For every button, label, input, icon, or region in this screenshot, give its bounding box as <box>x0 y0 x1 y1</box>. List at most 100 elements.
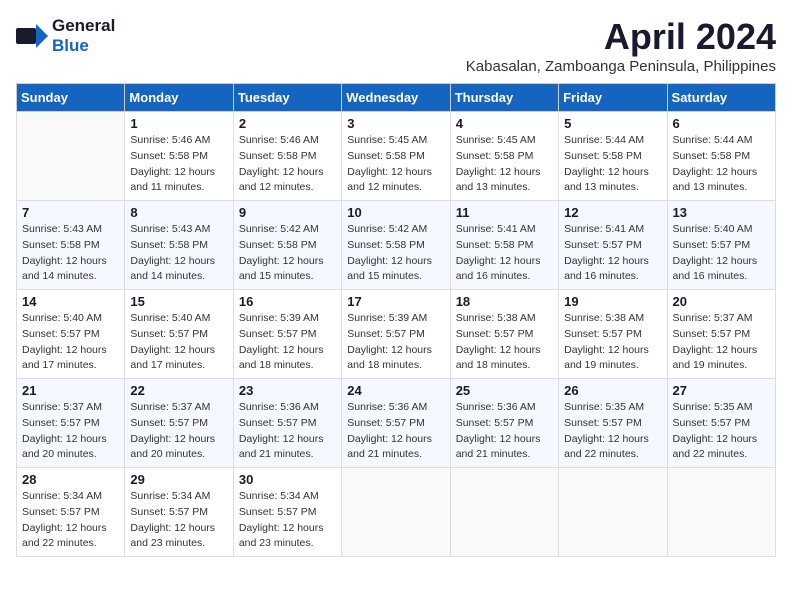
logo-general: General <box>52 16 115 35</box>
day-cell: 24 Sunrise: 5:36 AMSunset: 5:57 PMDayligh… <box>342 379 450 468</box>
day-cell: 21 Sunrise: 5:37 AMSunset: 5:57 PMDayligh… <box>17 379 125 468</box>
day-info: Sunrise: 5:35 AMSunset: 5:57 PMDaylight:… <box>673 400 770 463</box>
day-cell: 30 Sunrise: 5:34 AMSunset: 5:57 PMDayligh… <box>233 468 341 557</box>
day-info: Sunrise: 5:42 AMSunset: 5:58 PMDaylight:… <box>347 222 444 285</box>
day-info: Sunrise: 5:37 AMSunset: 5:57 PMDaylight:… <box>22 400 119 463</box>
day-info: Sunrise: 5:43 AMSunset: 5:58 PMDaylight:… <box>22 222 119 285</box>
day-number: 23 <box>239 383 336 398</box>
day-cell: 29Sunrise: 5:34 AMSunset: 5:57 PMDayligh… <box>125 468 233 557</box>
week-row-0: 1 Sunrise: 5:46 AMSunset: 5:58 PMDaylight… <box>17 112 776 201</box>
day-cell: 18 Sunrise: 5:38 AMSunset: 5:57 PMDayligh… <box>450 290 558 379</box>
day-cell <box>342 468 450 557</box>
calendar-table: SundayMondayTuesdayWednesdayThursdayFrid… <box>16 83 776 557</box>
day-number: 11 <box>456 205 553 220</box>
day-cell: 20 Sunrise: 5:37 AMSunset: 5:57 PMDayligh… <box>667 290 775 379</box>
day-cell: 11Sunrise: 5:41 AMSunset: 5:58 PMDayligh… <box>450 201 558 290</box>
day-number: 1 <box>130 116 227 131</box>
day-info: Sunrise: 5:40 AMSunset: 5:57 PMDaylight:… <box>22 311 119 374</box>
day-number: 3 <box>347 116 444 131</box>
day-info: Sunrise: 5:37 AMSunset: 5:57 PMDaylight:… <box>130 400 227 463</box>
day-number: 14 <box>22 294 119 309</box>
header-monday: Monday <box>125 84 233 112</box>
day-cell: 6 Sunrise: 5:44 AMSunset: 5:58 PMDaylight… <box>667 112 775 201</box>
location-subtitle: Kabasalan, Zamboanga Peninsula, Philippi… <box>466 58 776 75</box>
week-row-3: 21 Sunrise: 5:37 AMSunset: 5:57 PMDayligh… <box>17 379 776 468</box>
day-info: Sunrise: 5:46 AMSunset: 5:58 PMDaylight:… <box>239 133 336 196</box>
calendar-body: 1 Sunrise: 5:46 AMSunset: 5:58 PMDaylight… <box>17 112 776 557</box>
logo-blue: Blue <box>52 36 89 55</box>
day-info: Sunrise: 5:34 AMSunset: 5:57 PMDaylight:… <box>239 489 336 552</box>
week-row-1: 7Sunrise: 5:43 AMSunset: 5:58 PMDaylight… <box>17 201 776 290</box>
day-number: 16 <box>239 294 336 309</box>
day-cell: 4Sunrise: 5:45 AMSunset: 5:58 PMDaylight… <box>450 112 558 201</box>
header-saturday: Saturday <box>667 84 775 112</box>
day-number: 17 <box>347 294 444 309</box>
day-number: 18 <box>456 294 553 309</box>
day-number: 4 <box>456 116 553 131</box>
day-info: Sunrise: 5:41 AMSunset: 5:57 PMDaylight:… <box>564 222 661 285</box>
header-sunday: Sunday <box>17 84 125 112</box>
day-number: 20 <box>673 294 770 309</box>
day-cell: 8Sunrise: 5:43 AMSunset: 5:58 PMDaylight… <box>125 201 233 290</box>
header-thursday: Thursday <box>450 84 558 112</box>
day-cell <box>17 112 125 201</box>
day-info: Sunrise: 5:38 AMSunset: 5:57 PMDaylight:… <box>456 311 553 374</box>
day-info: Sunrise: 5:46 AMSunset: 5:58 PMDaylight:… <box>130 133 227 196</box>
day-info: Sunrise: 5:44 AMSunset: 5:58 PMDaylight:… <box>673 133 770 196</box>
day-cell: 9Sunrise: 5:42 AMSunset: 5:58 PMDaylight… <box>233 201 341 290</box>
day-info: Sunrise: 5:37 AMSunset: 5:57 PMDaylight:… <box>673 311 770 374</box>
day-info: Sunrise: 5:40 AMSunset: 5:57 PMDaylight:… <box>130 311 227 374</box>
day-info: Sunrise: 5:34 AMSunset: 5:57 PMDaylight:… <box>22 489 119 552</box>
day-cell: 25 Sunrise: 5:36 AMSunset: 5:57 PMDayligh… <box>450 379 558 468</box>
header-friday: Friday <box>559 84 667 112</box>
day-info: Sunrise: 5:43 AMSunset: 5:58 PMDaylight:… <box>130 222 227 285</box>
day-cell: 14 Sunrise: 5:40 AMSunset: 5:57 PMDayligh… <box>17 290 125 379</box>
day-info: Sunrise: 5:35 AMSunset: 5:57 PMDaylight:… <box>564 400 661 463</box>
day-number: 30 <box>239 472 336 487</box>
day-number: 28 <box>22 472 119 487</box>
day-info: Sunrise: 5:36 AMSunset: 5:57 PMDaylight:… <box>456 400 553 463</box>
day-number: 6 <box>673 116 770 131</box>
day-cell: 10 Sunrise: 5:42 AMSunset: 5:58 PMDayligh… <box>342 201 450 290</box>
page-header: General Blue April 2024 Kabasalan, Zambo… <box>16 16 776 75</box>
day-cell: 22Sunrise: 5:37 AMSunset: 5:57 PMDayligh… <box>125 379 233 468</box>
day-info: Sunrise: 5:34 AMSunset: 5:57 PMDaylight:… <box>130 489 227 552</box>
header-wednesday: Wednesday <box>342 84 450 112</box>
day-cell: 15 Sunrise: 5:40 AMSunset: 5:57 PMDayligh… <box>125 290 233 379</box>
week-row-2: 14 Sunrise: 5:40 AMSunset: 5:57 PMDayligh… <box>17 290 776 379</box>
header-tuesday: Tuesday <box>233 84 341 112</box>
day-cell: 3 Sunrise: 5:45 AMSunset: 5:58 PMDaylight… <box>342 112 450 201</box>
day-cell <box>667 468 775 557</box>
day-cell: 1 Sunrise: 5:46 AMSunset: 5:58 PMDaylight… <box>125 112 233 201</box>
day-info: Sunrise: 5:38 AMSunset: 5:57 PMDaylight:… <box>564 311 661 374</box>
day-info: Sunrise: 5:36 AMSunset: 5:57 PMDaylight:… <box>347 400 444 463</box>
day-info: Sunrise: 5:42 AMSunset: 5:58 PMDaylight:… <box>239 222 336 285</box>
day-info: Sunrise: 5:40 AMSunset: 5:57 PMDaylight:… <box>673 222 770 285</box>
day-number: 15 <box>130 294 227 309</box>
day-number: 13 <box>673 205 770 220</box>
day-number: 21 <box>22 383 119 398</box>
day-number: 5 <box>564 116 661 131</box>
day-cell: 7Sunrise: 5:43 AMSunset: 5:58 PMDaylight… <box>17 201 125 290</box>
calendar-header-row: SundayMondayTuesdayWednesdayThursdayFrid… <box>17 84 776 112</box>
day-number: 24 <box>347 383 444 398</box>
day-number: 2 <box>239 116 336 131</box>
day-cell: 2 Sunrise: 5:46 AMSunset: 5:58 PMDaylight… <box>233 112 341 201</box>
day-info: Sunrise: 5:45 AMSunset: 5:58 PMDaylight:… <box>347 133 444 196</box>
day-cell: 13 Sunrise: 5:40 AMSunset: 5:57 PMDayligh… <box>667 201 775 290</box>
day-info: Sunrise: 5:39 AMSunset: 5:57 PMDaylight:… <box>239 311 336 374</box>
day-info: Sunrise: 5:36 AMSunset: 5:57 PMDaylight:… <box>239 400 336 463</box>
title-section: April 2024 Kabasalan, Zamboanga Peninsul… <box>466 16 776 75</box>
day-cell: 28 Sunrise: 5:34 AMSunset: 5:57 PMDayligh… <box>17 468 125 557</box>
day-info: Sunrise: 5:39 AMSunset: 5:57 PMDaylight:… <box>347 311 444 374</box>
day-cell: 16 Sunrise: 5:39 AMSunset: 5:57 PMDayligh… <box>233 290 341 379</box>
logo-icon <box>16 24 48 48</box>
day-number: 27 <box>673 383 770 398</box>
day-cell <box>559 468 667 557</box>
day-cell: 19Sunrise: 5:38 AMSunset: 5:57 PMDayligh… <box>559 290 667 379</box>
day-number: 25 <box>456 383 553 398</box>
week-row-4: 28 Sunrise: 5:34 AMSunset: 5:57 PMDayligh… <box>17 468 776 557</box>
day-number: 10 <box>347 205 444 220</box>
day-cell: 27 Sunrise: 5:35 AMSunset: 5:57 PMDayligh… <box>667 379 775 468</box>
day-number: 26 <box>564 383 661 398</box>
